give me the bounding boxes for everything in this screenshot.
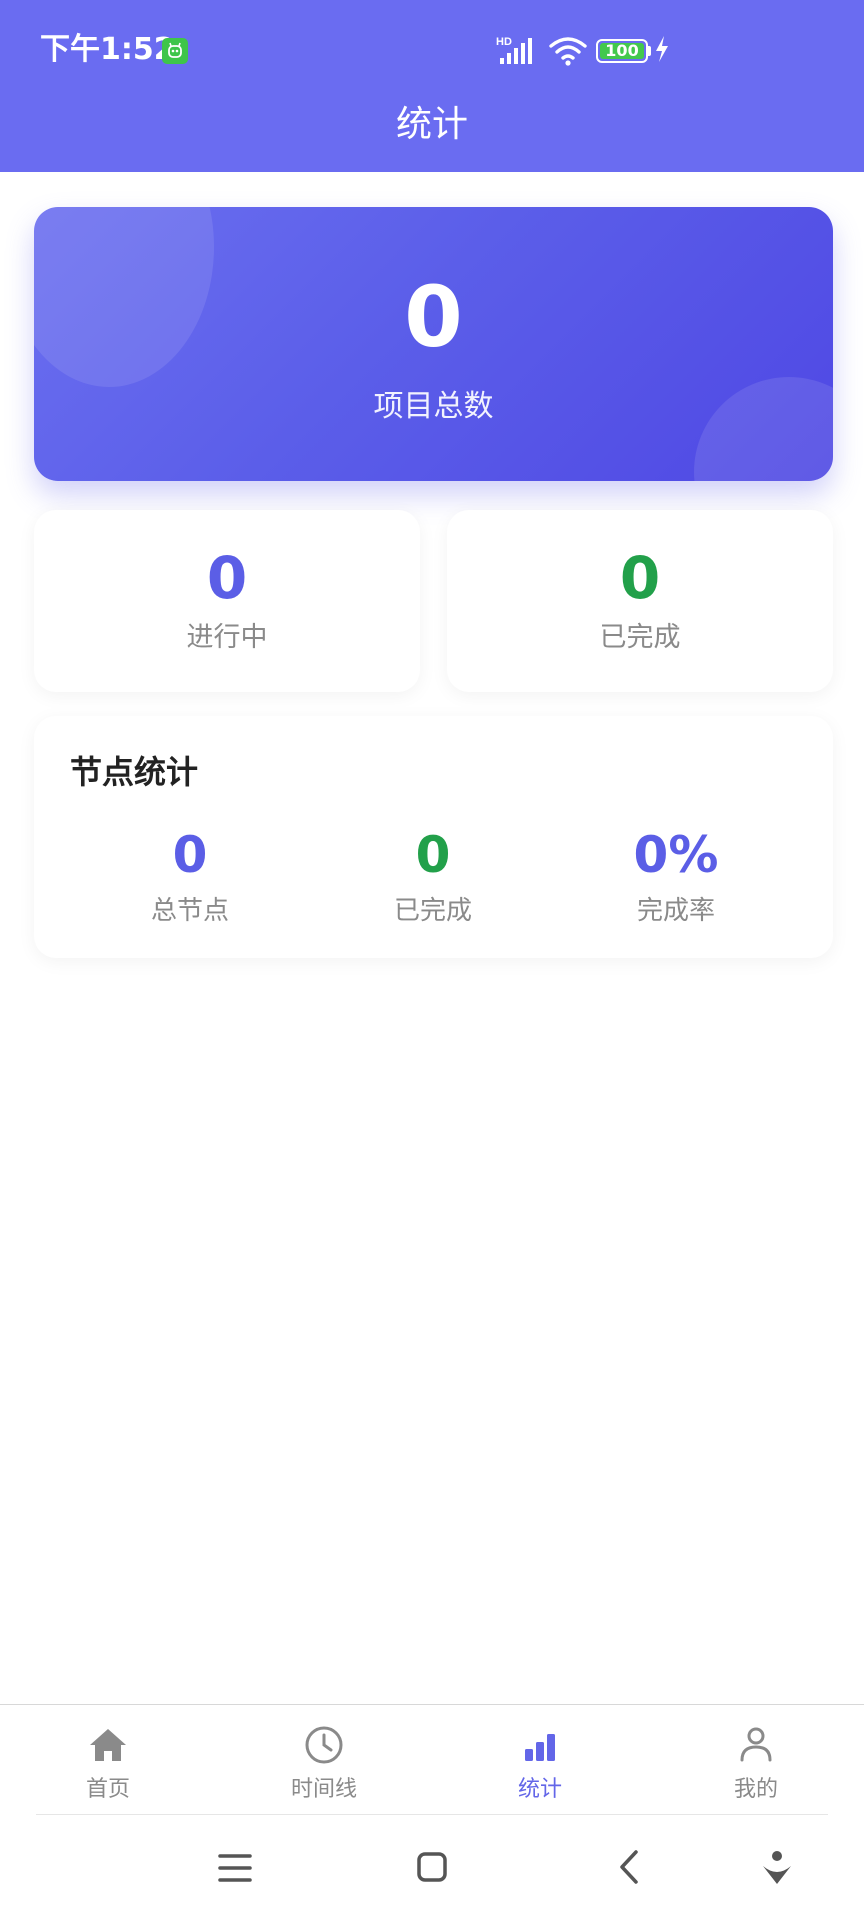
tab-profile-label: 我的 [733, 1777, 778, 1802]
statistics-screen: 下午1:52 HD 100 统计 0 项目总数 0 进行中 0 已完成 节点统计… [0, 0, 864, 1920]
status-indicators: HD 100 [496, 34, 686, 68]
total-projects-card: 0 项目总数 [34, 207, 833, 481]
completion-rate-metric: 0% 完成率 [576, 824, 776, 934]
tab-profile[interactable]: 我的 [648, 1705, 864, 1815]
back-icon[interactable] [600, 1838, 660, 1898]
charging-icon [656, 36, 668, 62]
total-projects-label: 项目总数 [373, 389, 494, 424]
system-nav-bar [0, 1830, 864, 1910]
completed-card: 0 已完成 [447, 510, 833, 692]
bottom-tab-bar: 首页 时间线 统计 我的 [0, 1704, 864, 1814]
completed-label: 已完成 [599, 622, 681, 653]
svg-text:HD: HD [496, 36, 512, 48]
tab-home[interactable]: 首页 [0, 1705, 216, 1815]
page-title: 统计 [395, 104, 468, 145]
status-time: 下午1:52 [40, 32, 175, 67]
node-statistics-card: 节点统计 0 总节点 0 已完成 0% 完成率 [34, 716, 833, 958]
menu-icon[interactable] [204, 1838, 264, 1898]
tab-timeline[interactable]: 时间线 [216, 1705, 432, 1815]
battery-level: 100 [605, 41, 639, 60]
tab-home-label: 首页 [85, 1777, 130, 1802]
app-header: 下午1:52 HD 100 统计 [0, 0, 864, 172]
wifi-icon [549, 37, 587, 66]
status-bar: 下午1:52 HD 100 [0, 0, 864, 100]
home-icon [90, 1729, 126, 1761]
in-progress-value: 0 [206, 544, 248, 612]
tab-timeline-label: 时间线 [290, 1777, 357, 1802]
total-nodes-metric: 0 总节点 [90, 824, 290, 934]
completion-rate-value: 0% [633, 826, 719, 884]
completed-nodes-label: 已完成 [393, 896, 472, 926]
notification-app-icon [162, 38, 188, 64]
battery-icon: 100 [596, 39, 648, 63]
clock-icon [305, 1726, 343, 1764]
in-progress-label: 进行中 [186, 622, 268, 653]
divider [36, 1814, 828, 1815]
home-square-icon[interactable] [402, 1838, 462, 1898]
node-statistics-title: 节点统计 [70, 753, 199, 791]
person-icon [740, 1727, 772, 1762]
assistant-icon[interactable] [747, 1838, 807, 1898]
completed-nodes-value: 0 [415, 826, 451, 884]
signal-icon: HD [496, 36, 532, 64]
total-nodes-label: 总节点 [150, 896, 229, 926]
total-nodes-value: 0 [172, 826, 208, 884]
bar-chart-icon [525, 1734, 555, 1761]
completion-rate-label: 完成率 [636, 896, 715, 926]
total-projects-value: 0 [404, 268, 463, 366]
completed-nodes-metric: 0 已完成 [333, 824, 533, 934]
in-progress-card: 0 进行中 [34, 510, 420, 692]
completed-value: 0 [619, 544, 661, 612]
tab-statistics-label: 统计 [517, 1777, 562, 1802]
tab-statistics[interactable]: 统计 [432, 1705, 648, 1815]
